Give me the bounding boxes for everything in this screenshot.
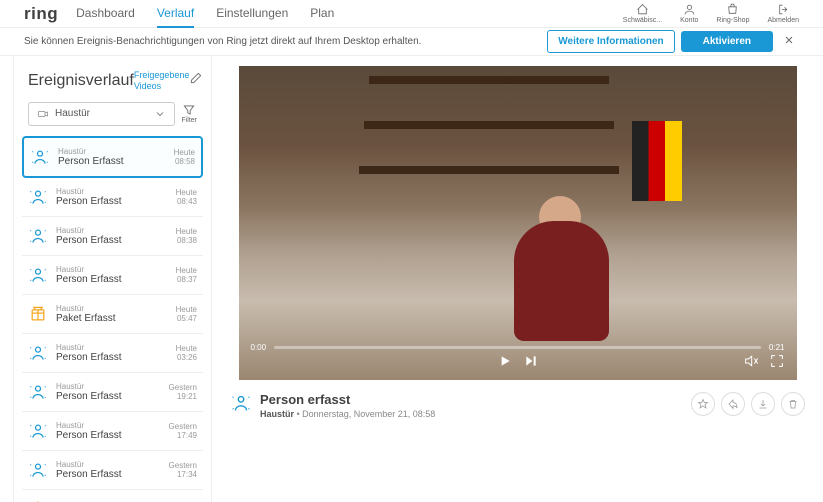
filter-button[interactable]: Filter [181, 103, 197, 124]
event-type-icon [28, 421, 48, 441]
event-title: Person Erfasst [56, 430, 161, 441]
event-camera: Haustür [56, 343, 168, 352]
event-title: Person Erfasst [58, 156, 166, 167]
event-item[interactable]: HaustürPerson Erfasst Heute08:58 [22, 136, 203, 178]
event-day: Gestern [169, 422, 197, 431]
detail-title: Person erfasst [260, 392, 683, 407]
event-title: Paket Erfasst [56, 313, 168, 324]
event-item[interactable]: HaustürPerson Erfasst Gestern17:49 [22, 412, 203, 451]
event-item[interactable]: HaustürGestern [22, 490, 203, 502]
event-time: 05:47 [176, 314, 197, 323]
delete-button[interactable] [781, 392, 805, 416]
event-item[interactable]: HaustürPerson Erfasst Heute08:43 [22, 178, 203, 217]
shared-videos-link[interactable]: Freigegebene Videos [134, 70, 190, 92]
event-time: 08:58 [174, 157, 195, 166]
event-title: Person Erfasst [56, 469, 161, 480]
mute-icon[interactable] [743, 353, 759, 374]
banner-text: Sie können Ereignis-Benachrichtigungen v… [24, 36, 421, 47]
left-gutter [0, 56, 14, 502]
event-type-icon [28, 226, 48, 246]
camera-select-label: Haustür [55, 108, 90, 119]
event-camera: Haustür [56, 460, 161, 469]
event-time: 17:49 [169, 431, 197, 440]
event-item[interactable]: HaustürPerson Erfasst Heute03:26 [22, 334, 203, 373]
download-button[interactable] [751, 392, 775, 416]
video-player[interactable]: 0:00 0:21 [239, 66, 797, 380]
event-day: Heute [176, 344, 197, 353]
page-title: Ereignisverlauf [28, 72, 134, 90]
video-time-current: 0:00 [251, 343, 267, 352]
camera-select[interactable]: Haustür [28, 102, 175, 126]
more-info-button[interactable]: Weitere Informationen [547, 30, 674, 53]
event-time: 08:37 [176, 275, 197, 284]
event-camera: Haustür [56, 304, 168, 313]
edit-icon[interactable] [189, 71, 203, 90]
event-title: Person Erfasst [56, 391, 161, 402]
share-button[interactable] [721, 392, 745, 416]
event-type-icon [28, 187, 48, 207]
event-day: Heute [176, 227, 197, 236]
event-camera: Haustür [56, 187, 168, 196]
nav-location[interactable]: Schwäbisc... [623, 3, 662, 24]
event-item[interactable]: HaustürPaket Erfasst Heute05:47 [22, 295, 203, 334]
event-type-icon [28, 382, 48, 402]
video-frame [239, 66, 797, 380]
event-type-icon [28, 304, 48, 324]
tab-dashboard[interactable]: Dashboard [76, 0, 135, 28]
event-camera: Haustür [56, 226, 168, 235]
chevron-down-icon [154, 108, 166, 120]
event-type-icon [28, 343, 48, 363]
event-item[interactable]: HaustürPerson Erfasst Heute08:37 [22, 256, 203, 295]
event-day: Heute [176, 305, 197, 314]
activate-button[interactable]: Aktivieren [681, 31, 773, 52]
event-time: 08:43 [176, 197, 197, 206]
nav-account[interactable]: Konto [680, 3, 698, 24]
fullscreen-icon[interactable] [769, 353, 785, 374]
event-type-icon [28, 265, 48, 285]
event-time: 03:26 [176, 353, 197, 362]
event-type-icon [30, 147, 50, 167]
video-time-total: 0:21 [769, 343, 785, 352]
video-scrubber[interactable] [274, 346, 761, 349]
event-title: Person Erfasst [56, 274, 168, 285]
brand-logo[interactable]: ring [24, 4, 58, 24]
close-icon[interactable] [779, 30, 799, 53]
event-day: Gestern [169, 383, 197, 392]
event-item[interactable]: HaustürPerson Erfasst Heute08:38 [22, 217, 203, 256]
event-time: 17:34 [169, 470, 197, 479]
event-day: Heute [176, 188, 197, 197]
tab-history[interactable]: Verlauf [157, 0, 194, 28]
play-icon[interactable] [497, 353, 513, 374]
nav-shop[interactable]: Ring-Shop [716, 3, 749, 24]
star-button[interactable] [691, 392, 715, 416]
event-camera: Haustür [56, 265, 168, 274]
event-camera: Haustür [56, 421, 161, 430]
event-camera: Haustür [58, 147, 166, 156]
tab-settings[interactable]: Einstellungen [216, 0, 288, 28]
event-time: 19:21 [169, 392, 197, 401]
event-type-icon [28, 460, 48, 480]
event-type-icon [28, 499, 48, 502]
detail-person-icon [230, 392, 252, 414]
camera-icon [37, 108, 49, 120]
event-day: Heute [174, 148, 195, 157]
event-title: Person Erfasst [56, 235, 168, 246]
event-day: Gestern [169, 461, 197, 470]
detail-subtitle: Haustür • Donnerstag, November 21, 08:58 [260, 409, 683, 419]
event-title: Person Erfasst [56, 352, 168, 363]
event-title: Person Erfasst [56, 196, 168, 207]
event-item[interactable]: HaustürPerson Erfasst Gestern19:21 [22, 373, 203, 412]
event-camera: Haustür [56, 382, 161, 391]
nav-logout[interactable]: Abmelden [767, 3, 799, 24]
event-item[interactable]: HaustürPerson Erfasst Gestern17:34 [22, 451, 203, 490]
skip-icon[interactable] [523, 353, 539, 374]
event-day: Heute [176, 266, 197, 275]
event-time: 08:38 [176, 236, 197, 245]
filter-icon [182, 103, 196, 117]
tab-plan[interactable]: Plan [310, 0, 334, 28]
